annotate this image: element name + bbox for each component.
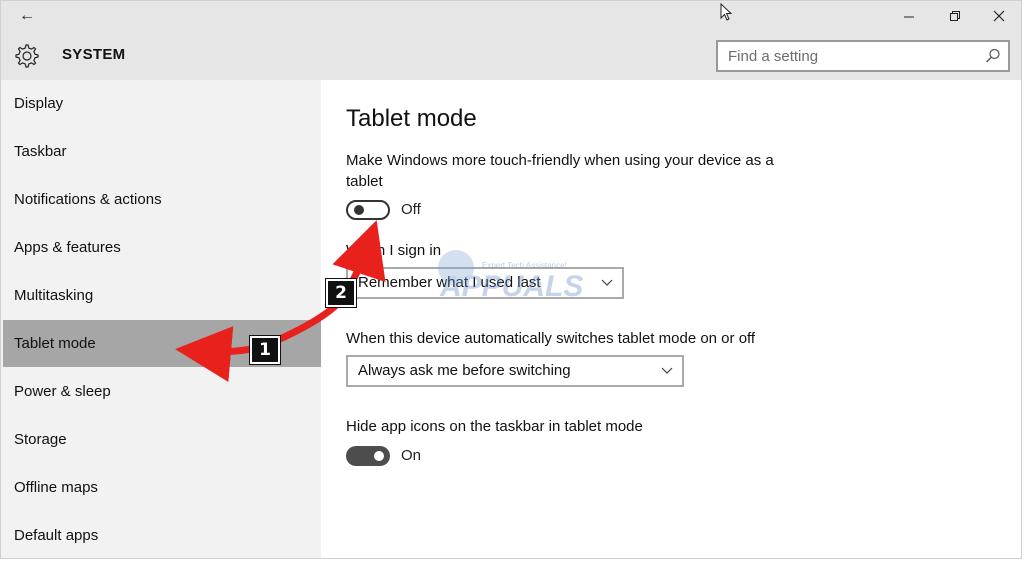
- sidebar-item-label: Offline maps: [14, 479, 98, 496]
- sidebar-item-default-apps[interactable]: Default apps: [3, 512, 321, 558]
- tablet-mode-toggle[interactable]: [346, 200, 390, 220]
- page-title: Tablet mode: [346, 105, 477, 132]
- sidebar-item-multitasking[interactable]: Multitasking: [3, 272, 321, 319]
- minimize-button[interactable]: [887, 3, 931, 29]
- sidebar-item-notifications[interactable]: Notifications & actions: [3, 176, 321, 223]
- tablet-mode-toggle-state: Off: [401, 201, 421, 218]
- sidebar-item-offline-maps[interactable]: Offline maps: [3, 464, 321, 511]
- restore-button[interactable]: [933, 3, 977, 29]
- auto-switch-label: When this device automatically switches …: [346, 330, 756, 347]
- sidebar-item-power-sleep[interactable]: Power & sleep: [3, 368, 321, 415]
- sidebar-item-label: Taskbar: [14, 143, 67, 160]
- settings-window: ← SYSTEM Find a setting Display Taskbar …: [0, 0, 1022, 559]
- sidebar-item-label: Storage: [14, 431, 67, 448]
- auto-switch-dropdown[interactable]: Always ask me before switching: [346, 355, 684, 387]
- close-button[interactable]: [977, 3, 1021, 29]
- sign-in-label: When I sign in: [346, 242, 442, 259]
- search-box[interactable]: Find a setting: [716, 40, 1010, 72]
- app-title: SYSTEM: [62, 46, 126, 63]
- touch-friendly-description: Make Windows more touch-friendly when us…: [346, 150, 774, 192]
- sign-in-dropdown-value: Remember what I used last: [358, 274, 541, 291]
- touch-friendly-description-line-2: tablet: [346, 173, 383, 190]
- content-pane: Tablet mode Make Windows more touch-frie…: [321, 80, 1021, 558]
- close-icon: [993, 10, 1005, 22]
- hide-app-icons-label: Hide app icons on the taskbar in tablet …: [346, 418, 643, 435]
- sidebar-item-apps-features[interactable]: Apps & features: [3, 224, 321, 271]
- restore-icon: [950, 11, 960, 21]
- touch-friendly-description-line-1: Make Windows more touch-friendly when us…: [346, 152, 774, 169]
- hide-app-icons-toggle[interactable]: [346, 446, 390, 466]
- step-badge-2: 2: [326, 279, 356, 307]
- sidebar-item-taskbar[interactable]: Taskbar: [3, 128, 321, 175]
- sidebar-item-display[interactable]: Display: [3, 80, 321, 127]
- sidebar-item-label: Display: [14, 95, 64, 112]
- back-button[interactable]: ←: [13, 3, 41, 29]
- sidebar-item-label: Tablet mode: [14, 335, 96, 352]
- search-icon[interactable]: [984, 47, 1002, 65]
- title-bar: ← SYSTEM Find a setting: [1, 1, 1021, 80]
- sidebar: Display Taskbar Notifications & actions …: [1, 80, 321, 558]
- sidebar-item-label: Apps & features: [14, 239, 121, 256]
- chevron-down-icon: [601, 279, 613, 286]
- toggle-knob: [374, 451, 384, 461]
- gear-icon: [15, 44, 39, 68]
- sidebar-item-label: Power & sleep: [14, 383, 111, 400]
- search-placeholder: Find a setting: [728, 48, 819, 65]
- auto-switch-dropdown-value: Always ask me before switching: [358, 362, 571, 379]
- sidebar-item-label: Notifications & actions: [14, 191, 162, 208]
- sidebar-item-storage[interactable]: Storage: [3, 416, 321, 463]
- hide-app-icons-toggle-state: On: [401, 447, 422, 464]
- sign-in-dropdown[interactable]: Remember what I used last: [346, 267, 624, 299]
- sidebar-item-label: Multitasking: [14, 287, 94, 304]
- chevron-down-icon: [661, 367, 673, 374]
- step-badge-1: 1: [250, 336, 280, 364]
- sidebar-item-label: Default apps: [14, 527, 99, 544]
- toggle-knob: [354, 205, 364, 215]
- minimize-icon: [904, 16, 914, 18]
- mouse-cursor-icon: [720, 3, 733, 21]
